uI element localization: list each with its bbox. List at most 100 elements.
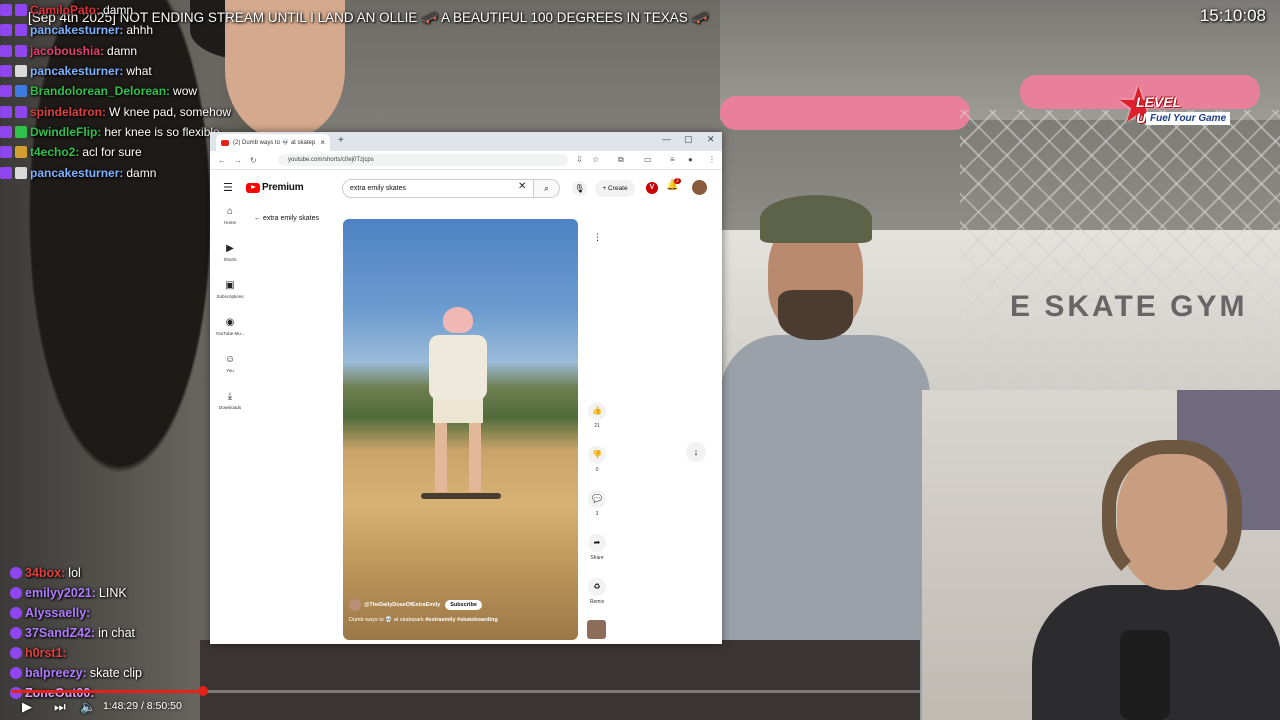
dislike-icon: 👎	[588, 446, 606, 464]
chat-username[interactable]: CamiloPato:	[30, 3, 100, 17]
chat-username[interactable]: spindelatron:	[30, 105, 106, 119]
short-video-player[interactable]: @TheDailyDoseOfExtraEmily Subscribe Dumb…	[343, 219, 578, 640]
forward-icon[interactable]: →	[234, 156, 242, 165]
close-window-icon[interactable]: ✕	[707, 134, 715, 145]
chat-badge-icon	[10, 687, 22, 699]
chat-message: spindelatron: W knee pad, somehow	[0, 101, 300, 121]
extensions-icon[interactable]: ⧉	[618, 155, 624, 165]
chat-badge-icon	[10, 667, 22, 679]
chat-text: damn	[103, 3, 134, 18]
next-short-button[interactable]: ↓	[686, 442, 706, 462]
sidenav-item[interactable]: ⌂ Home	[210, 206, 250, 243]
clear-search-icon[interactable]: ✕	[518, 181, 526, 192]
dislike-button[interactable]: 👎 0	[586, 446, 608, 490]
chat-username[interactable]: pancakesturner:	[30, 166, 123, 180]
chat-text: acl for sure	[82, 145, 142, 160]
chat-username[interactable]: emilyy2021:	[25, 586, 96, 600]
chat-badge-icon	[15, 105, 27, 118]
sidenav-item[interactable]: ⤓ Downloads	[210, 391, 250, 428]
search-button[interactable]: ⌕	[534, 179, 560, 198]
chat-username[interactable]: ZoneOut00:	[25, 686, 94, 700]
next-icon[interactable]: ⏭	[54, 699, 66, 715]
remix-button[interactable]: ♻ Remix	[586, 578, 608, 622]
sidenav-icon: ▣	[225, 280, 235, 291]
chat-username[interactable]: DwindleFlip:	[30, 125, 101, 139]
chat-badge-icon	[10, 567, 22, 579]
chat-badge-icon	[15, 24, 27, 37]
chat-username[interactable]: 34box:	[25, 566, 65, 580]
chat-text: in chat	[98, 626, 136, 640]
maximize-icon[interactable]: ▢	[684, 134, 693, 145]
sidenav-item[interactable]: ▶ Shorts	[210, 243, 250, 280]
sidenav-label: Downloads	[218, 405, 242, 410]
browser-tab[interactable]: (2) Dumb ways to 💀 at skatep ×	[216, 134, 330, 151]
skater-figure	[415, 307, 505, 507]
chat-badge-icon	[10, 627, 22, 639]
chat-username[interactable]: jacoboushia:	[30, 44, 104, 58]
channel-badge[interactable]: V	[646, 182, 658, 194]
minimize-icon[interactable]: —	[662, 134, 671, 144]
url-field[interactable]: youtube.com/shorts/c0ej0Tzjcps	[278, 154, 568, 166]
chat-username[interactable]: balpreezy:	[25, 666, 87, 680]
comments-button[interactable]: 💬 3	[586, 490, 608, 534]
profile-icon[interactable]: ●	[688, 155, 693, 164]
sponsor-logo: ★ LEVEL UNLOCKED Fuel Your Game	[1116, 80, 1256, 140]
sidenav-label: Shorts	[223, 257, 237, 262]
sidenav-item[interactable]: ▣ Subscriptions	[210, 280, 250, 317]
chat-badge-icon	[15, 166, 27, 179]
chat-text: LINK	[98, 586, 127, 600]
install-icon[interactable]: ⇩	[576, 155, 583, 164]
subscriber-badge-icon	[0, 24, 12, 37]
video-hashtags[interactable]: #extraemily #skateboarding	[425, 617, 497, 623]
voice-search-button[interactable]: 🎙	[572, 181, 587, 196]
sidenav-item[interactable]: ◉ YouTube Mu...	[210, 317, 250, 354]
chat-text: damn	[126, 165, 157, 180]
volume-icon[interactable]: 🔈	[80, 699, 96, 715]
more-options-icon[interactable]: ⋮	[593, 232, 602, 243]
media-icon[interactable]: ≡	[670, 155, 675, 164]
chat-text: damn	[107, 43, 138, 58]
share-button[interactable]: ➦ Share	[586, 534, 608, 578]
chat-username[interactable]: pancakesturner:	[30, 64, 123, 78]
chat-username[interactable]: 37SandZ42:	[25, 626, 95, 640]
chat-text: her knee is so flexible	[104, 124, 220, 139]
play-icon[interactable]: ▶	[22, 699, 32, 715]
webcam-feed	[922, 390, 1280, 720]
chat-message: Brandolorean_Delorean: wow	[0, 81, 300, 101]
reload-icon[interactable]: ↻	[250, 156, 257, 165]
subscribe-button[interactable]: Subscribe	[445, 600, 482, 610]
sidenav-label: Subscriptions	[216, 294, 244, 299]
sidenav-icon: ▶	[226, 243, 234, 254]
chat-badge-icon	[15, 85, 27, 98]
channel-avatar[interactable]	[349, 599, 361, 611]
create-button[interactable]: + Create	[595, 180, 635, 197]
like-label: 21	[594, 423, 600, 429]
chat-username[interactable]: t4echo2:	[30, 145, 79, 159]
channel-name[interactable]: @TheDailyDoseOfExtraEmily	[364, 602, 440, 608]
account-avatar[interactable]	[692, 180, 707, 195]
sidenav-item[interactable]: ☺ You	[210, 354, 250, 391]
youtube-logo[interactable]: Premium	[246, 182, 304, 193]
tab-title: (2) Dumb ways to 💀 at skatep	[233, 140, 316, 146]
close-tab-icon[interactable]: ×	[320, 138, 325, 147]
menu-icon[interactable]: ☰	[223, 181, 233, 194]
chat-message: pancakesturner: ahhh	[0, 20, 300, 40]
youtube-favicon-icon	[221, 139, 229, 146]
browser-menu-icon[interactable]: ⋮	[708, 155, 716, 164]
back-to-search-link[interactable]: ← extra emily skates	[254, 215, 319, 222]
like-button[interactable]: 👍 21	[586, 402, 608, 446]
chat-username[interactable]: Alyssaelly:	[25, 606, 90, 620]
chat-username[interactable]: Brandolorean_Delorean:	[30, 84, 170, 98]
new-tab-icon[interactable]: +	[338, 135, 344, 146]
search-input[interactable]: extra emily skates	[342, 179, 534, 198]
video-progress-bar[interactable]	[12, 686, 920, 696]
bookmark-star-icon[interactable]: ☆	[592, 155, 599, 164]
sidenav-icon: ⌂	[226, 206, 234, 217]
sound-thumbnail[interactable]	[587, 620, 606, 639]
back-icon[interactable]: ←	[218, 156, 226, 165]
progress-handle[interactable]	[197, 686, 208, 696]
chat-username[interactable]: h0rst1:	[25, 646, 67, 660]
like-icon: 👍	[588, 402, 606, 420]
chat-username[interactable]: pancakesturner:	[30, 23, 123, 37]
cast-icon[interactable]: ▭	[644, 155, 652, 164]
